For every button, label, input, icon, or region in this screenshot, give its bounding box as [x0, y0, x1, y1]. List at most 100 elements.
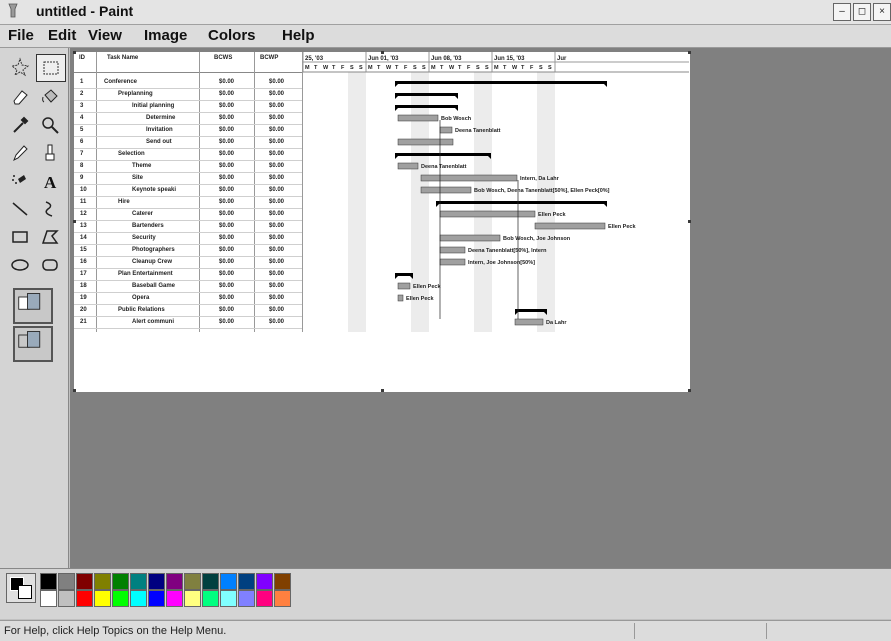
row-bcws: $0.00: [219, 163, 235, 169]
rounded-rectangle-icon[interactable]: [36, 252, 64, 278]
ellipse-icon[interactable]: [6, 252, 34, 278]
color-swatch[interactable]: [220, 590, 237, 607]
select-icon[interactable]: [36, 54, 66, 82]
close-button[interactable]: ×: [873, 3, 891, 21]
color-swatch[interactable]: [40, 573, 57, 590]
row-id: 8: [80, 163, 84, 169]
free-form-select-icon[interactable]: [6, 54, 34, 80]
color-swatch[interactable]: [256, 573, 273, 590]
resize-handle[interactable]: [688, 220, 691, 223]
color-swatch[interactable]: [76, 590, 93, 607]
color-swatch[interactable]: [166, 573, 183, 590]
resize-handle[interactable]: [73, 220, 76, 223]
color-swatch[interactable]: [274, 573, 291, 590]
menu-image[interactable]: Image: [144, 27, 187, 44]
color-swatch[interactable]: [274, 590, 291, 607]
airbrush-icon[interactable]: [6, 168, 34, 194]
row-bcws: $0.00: [219, 151, 235, 157]
menu-colors[interactable]: Colors: [208, 27, 256, 44]
resize-handle[interactable]: [73, 389, 76, 392]
summary-bar: [436, 201, 607, 204]
color-swatch[interactable]: [94, 590, 111, 607]
row-bcws: $0.00: [219, 127, 235, 133]
timeline-day-label: S: [548, 65, 552, 71]
resize-handle[interactable]: [381, 51, 384, 54]
table-row: 1 Conference $0.00 $0.00: [74, 77, 302, 89]
color-swatch[interactable]: [184, 573, 201, 590]
color-swatch[interactable]: [40, 590, 57, 607]
color-swatch[interactable]: [220, 573, 237, 590]
eraser-icon[interactable]: [6, 84, 34, 110]
gantt-chart: 25, '03M T W T F S SJun 01, '03M T W T F S SJun 08, …: [303, 52, 689, 332]
color-swatch[interactable]: [130, 590, 147, 607]
resize-handle[interactable]: [688, 51, 691, 54]
task-bar: [420, 186, 472, 194]
row-task-name: Cleanup Crew: [132, 259, 173, 265]
polygon-icon[interactable]: [36, 224, 64, 250]
row-bcwp: $0.00: [269, 247, 285, 253]
drawing-canvas[interactable]: ID Task Name BCWS BCWP 1 Conference $0.00 $…: [73, 51, 691, 392]
color-swatch[interactable]: [202, 573, 219, 590]
color-swatch[interactable]: [112, 590, 129, 607]
summary-bar: [395, 93, 458, 96]
color-swatch[interactable]: [58, 573, 75, 590]
row-bcws: $0.00: [219, 223, 235, 229]
color-swatch[interactable]: [58, 590, 75, 607]
color-swatch[interactable]: [238, 573, 255, 590]
row-task-name: Photographers: [132, 247, 175, 253]
timeline-week-label: Jun 01, '03: [368, 56, 399, 62]
row-bcws: $0.00: [219, 259, 235, 265]
color-swatch[interactable]: [76, 573, 93, 590]
color-swatch[interactable]: [94, 573, 111, 590]
color-palette: [0, 568, 891, 619]
restore-button[interactable]: ◻: [853, 3, 871, 21]
color-swatch[interactable]: [112, 573, 129, 590]
task-bar: [534, 222, 606, 230]
resize-handle[interactable]: [381, 389, 384, 392]
fill-icon[interactable]: [36, 84, 64, 110]
timeline-day-label: F: [530, 65, 534, 71]
row-bcwp: $0.00: [269, 187, 285, 193]
rectangle-icon[interactable]: [6, 224, 34, 250]
resize-handle[interactable]: [73, 51, 76, 54]
timeline-day-label: T: [332, 65, 336, 71]
opaque-option[interactable]: [13, 288, 53, 324]
timeline-day-label: S: [359, 65, 363, 71]
row-id: 2: [80, 91, 84, 97]
color-swatch[interactable]: [130, 573, 147, 590]
color-swatch[interactable]: [238, 590, 255, 607]
resize-handle[interactable]: [688, 389, 691, 392]
row-task-name: Caterer: [132, 211, 154, 217]
color-swatch[interactable]: [184, 590, 201, 607]
row-id: 11: [80, 199, 87, 205]
title-bar: untitled - Paint – ◻ ×: [0, 0, 891, 25]
table-row: 19 Opera $0.00 $0.00: [74, 293, 302, 305]
timeline-week-label: Jun 15, '03: [494, 56, 525, 62]
line-icon[interactable]: [6, 196, 34, 222]
menu-help[interactable]: Help: [282, 27, 315, 44]
task-bar: [439, 126, 453, 134]
row-id: 13: [80, 223, 87, 229]
menu-file[interactable]: File: [8, 27, 34, 44]
text-icon[interactable]: A: [36, 168, 64, 194]
task-bar: [439, 258, 466, 266]
menu-edit[interactable]: Edit: [48, 27, 76, 44]
menu-view[interactable]: View: [88, 27, 122, 44]
pencil-icon[interactable]: [6, 140, 34, 166]
timeline-day-label: S: [350, 65, 354, 71]
magnifier-icon[interactable]: [36, 112, 64, 138]
color-swatch[interactable]: [202, 590, 219, 607]
row-bcws: $0.00: [219, 139, 235, 145]
color-swatch[interactable]: [148, 573, 165, 590]
brush-icon[interactable]: [36, 140, 64, 166]
summary-bar: [395, 105, 458, 108]
color-swatch[interactable]: [256, 590, 273, 607]
color-swatch[interactable]: [166, 590, 183, 607]
color-swatch[interactable]: [148, 590, 165, 607]
curve-icon[interactable]: [36, 196, 64, 222]
pick-color-icon[interactable]: [6, 112, 34, 138]
table-row: 17 Plan Entertainment $0.00 $0.00: [74, 269, 302, 281]
transparent-option[interactable]: [13, 326, 53, 362]
task-resource-label: Deena Tanenblatt: [421, 164, 467, 170]
minimize-button[interactable]: –: [833, 3, 851, 21]
